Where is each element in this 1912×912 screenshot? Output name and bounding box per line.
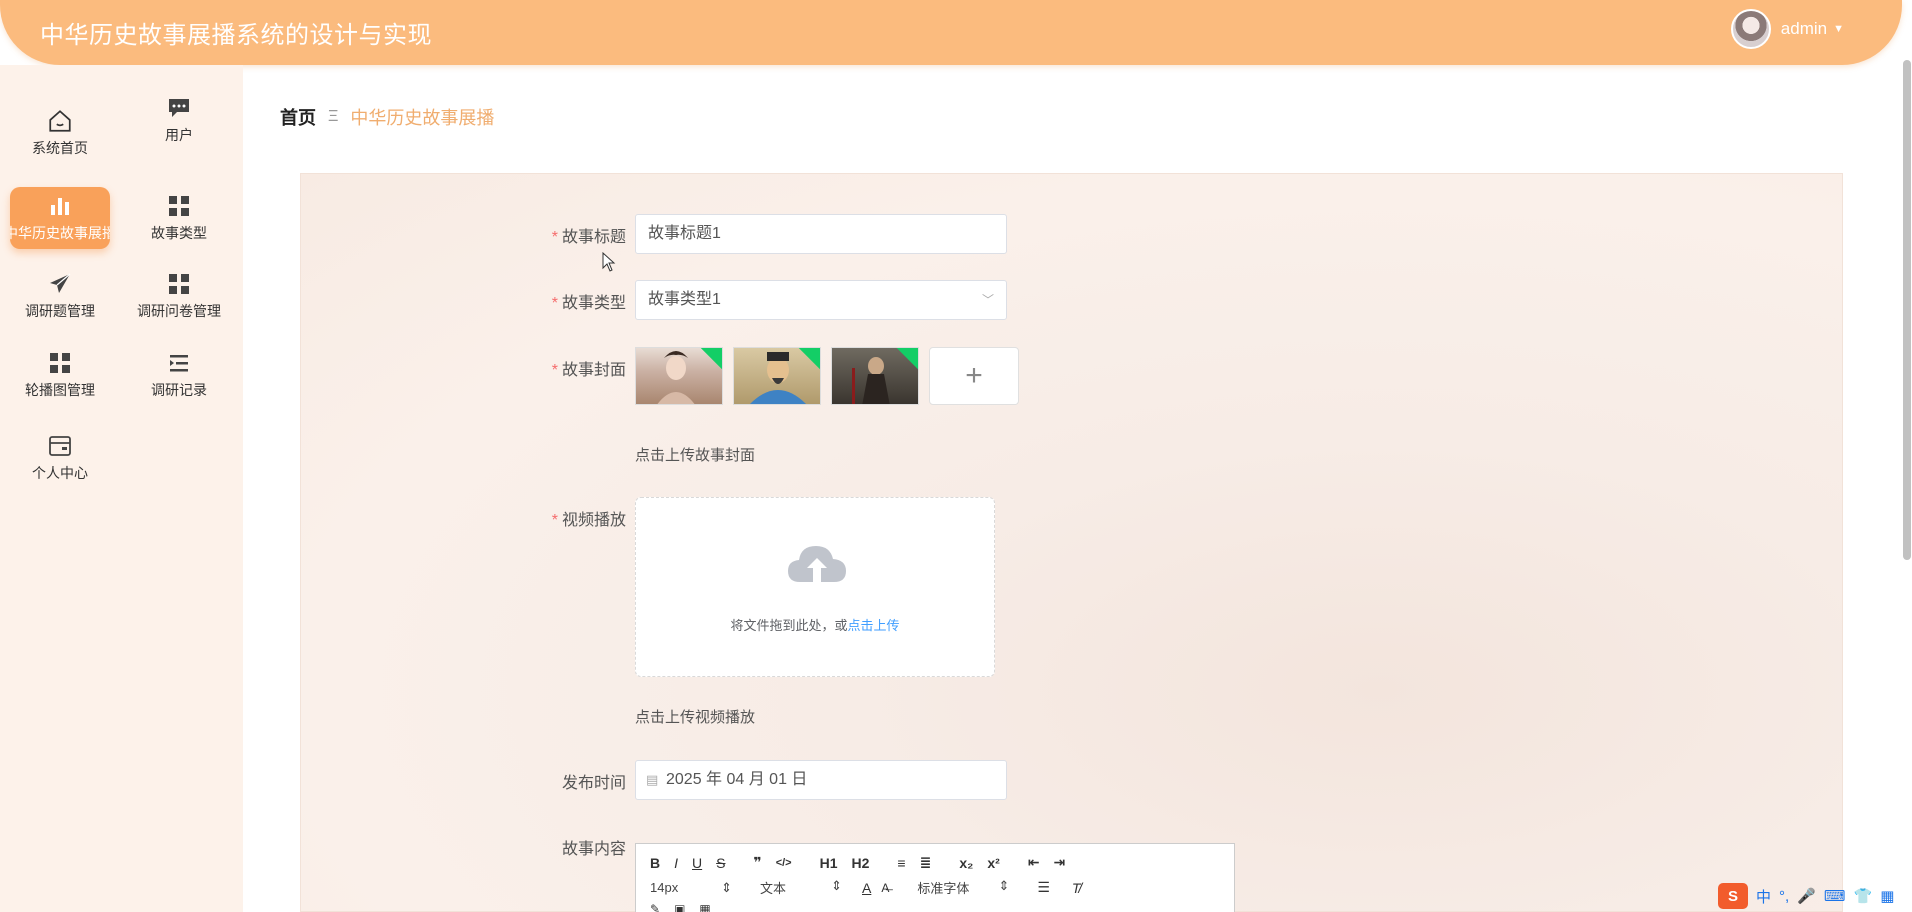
sidebar-item-survey-records[interactable]: 调研记录 [129,344,229,406]
cloud-upload-icon [786,540,848,591]
type-label: * 故事类型 [551,295,626,312]
italic-button[interactable]: I [674,855,678,871]
add-cover-button[interactable]: + [929,347,1019,405]
clear-format-icon[interactable]: T̸ [1072,880,1081,896]
font-color-icon[interactable]: A [862,880,871,896]
list-icon [168,350,190,376]
cover-label: * 故事封面 [551,362,626,379]
rich-text-editor[interactable]: B I U S ❞ </> H1 H2 ≡ ≣ x₂ x² ⇤ ⇥ 14px ⇕ … [635,843,1235,912]
microphone-icon[interactable]: 🎤 [1797,887,1816,905]
title-input[interactable]: 故事标题1 [635,214,1007,254]
strike-button[interactable]: S [716,855,725,871]
type-select[interactable]: 故事类型1 ﹀ [635,280,1007,320]
chevron-down-icon: ﹀ [981,293,994,307]
indent-button[interactable]: ⇥ [1054,854,1066,871]
date-label: 发布时间 [561,775,626,792]
video-upload-dropzone[interactable]: 将文件拖到此处，或点击上传 [635,497,995,677]
cursor-icon [602,251,616,277]
font-size-select[interactable]: 14px ⇕ [650,880,732,896]
font-family-select[interactable]: 标准字体 ⇕ [917,878,1009,897]
quote-button[interactable]: ❞ [753,854,761,871]
user-menu[interactable]: admin ▼ [1730,9,1844,49]
background-color-icon[interactable]: A̶ [881,881,889,895]
ime-toolbar: S 中 °, 🎤 ⌨ 👕 ▦ [1718,880,1912,912]
scrollbar-thumb[interactable] [1903,60,1911,560]
wallet-icon [48,433,72,459]
editor-toolbar-row-2: 14px ⇕ 文本 ⇕ A A̶ 标准字体 ⇕ ☰ T̸ [650,878,1080,897]
sidebar: 系统首页 用户 中华历史故事展播 故事类型 调研题管理 调研问卷管理 轮播图管理… [0,65,243,912]
title-label: * 故事标题 [551,229,626,246]
chat-icon [167,95,191,121]
plus-icon: + [965,359,983,392]
click-upload-link[interactable]: 点击上传 [848,618,900,633]
breadcrumb-separator: Ξ [328,108,339,125]
ordered-list-button[interactable]: ≡ [897,855,905,871]
sidebar-item-carousel[interactable]: 轮播图管理 [10,344,110,406]
sogou-logo-icon[interactable]: S [1718,883,1748,909]
sidebar-item-profile[interactable]: 个人中心 [10,427,110,489]
grid-icon [168,271,190,297]
form-panel: * 故事标题 故事标题1 * 故事类型 故事类型1 ﹀ * 故事封面 + 点击上传故事… [300,173,1843,912]
sidebar-item-survey-forms[interactable]: 调研问卷管理 [129,265,229,327]
bullet-list-button[interactable]: ≣ [920,854,932,871]
sidebar-item-survey-questions[interactable]: 调研题管理 [10,265,110,327]
text-type-select[interactable]: 文本 ⇕ [760,878,842,897]
date-input[interactable]: ▤ 2025 年 04 月 01 日 [635,760,1007,800]
h1-button[interactable]: H1 [820,855,838,871]
ime-language[interactable]: 中 [1756,886,1771,907]
sidebar-item-story-broadcast[interactable]: 中华历史故事展播 [10,187,110,249]
grid-icon [168,193,190,219]
shirt-icon[interactable]: 👕 [1854,887,1873,905]
cover-thumbnail-3[interactable] [831,347,919,405]
sidebar-item-home[interactable]: 系统首页 [10,102,110,164]
align-icon[interactable]: ☰ [1037,879,1050,896]
cover-hint: 点击上传故事封面 [635,447,756,464]
send-icon [49,271,71,297]
cover-thumbnail-1[interactable] [635,347,723,405]
outdent-button[interactable]: ⇤ [1028,854,1040,871]
superscript-button[interactable]: x² [987,855,999,871]
video-icon[interactable]: ▦ [699,902,710,912]
username[interactable]: admin [1781,19,1827,39]
punctuation-icon[interactable]: °, [1779,888,1789,905]
keyboard-icon[interactable]: ⌨ [1824,887,1846,905]
code-button[interactable]: </> [776,857,792,869]
bar-chart-icon [49,193,71,219]
home-icon [47,108,73,134]
image-icon[interactable]: ▣ [674,902,685,912]
sidebar-item-users[interactable]: 用户 [129,89,229,151]
avatar[interactable] [1730,9,1771,49]
video-hint: 点击上传视频播放 [635,709,756,726]
caret-down-icon[interactable]: ▼ [1833,23,1844,35]
top-header: 中华历史故事展播系统的设计与实现 admin ▼ [0,0,1902,65]
sidebar-item-story-type[interactable]: 故事类型 [129,187,229,249]
app-title: 中华历史故事展播系统的设计与实现 [40,22,432,49]
h2-button[interactable]: H2 [852,855,870,871]
breadcrumb-current: 中华历史故事展播 [350,108,495,128]
grid-icon [49,350,71,376]
cover-thumbnail-2[interactable] [733,347,821,405]
link-icon[interactable]: ✎ [650,902,660,912]
subscript-button[interactable]: x₂ [959,855,973,871]
calendar-icon: ▤ [646,772,659,787]
scrollbar[interactable] [1902,60,1912,560]
video-label: * 视频播放 [551,512,626,529]
apps-icon[interactable]: ▦ [1880,887,1894,905]
content-label: 故事内容 [561,841,626,858]
editor-toolbar-row-1: B I U S ❞ </> H1 H2 ≡ ≣ x₂ x² ⇤ ⇥ [650,854,1079,871]
bold-button[interactable]: B [650,855,660,871]
underline-button[interactable]: U [692,855,702,871]
breadcrumb: 首页 Ξ 中华历史故事展播 [280,104,494,130]
editor-toolbar-row-3: ✎ ▣ ▦ [650,902,711,912]
breadcrumb-home[interactable]: 首页 [280,104,316,130]
